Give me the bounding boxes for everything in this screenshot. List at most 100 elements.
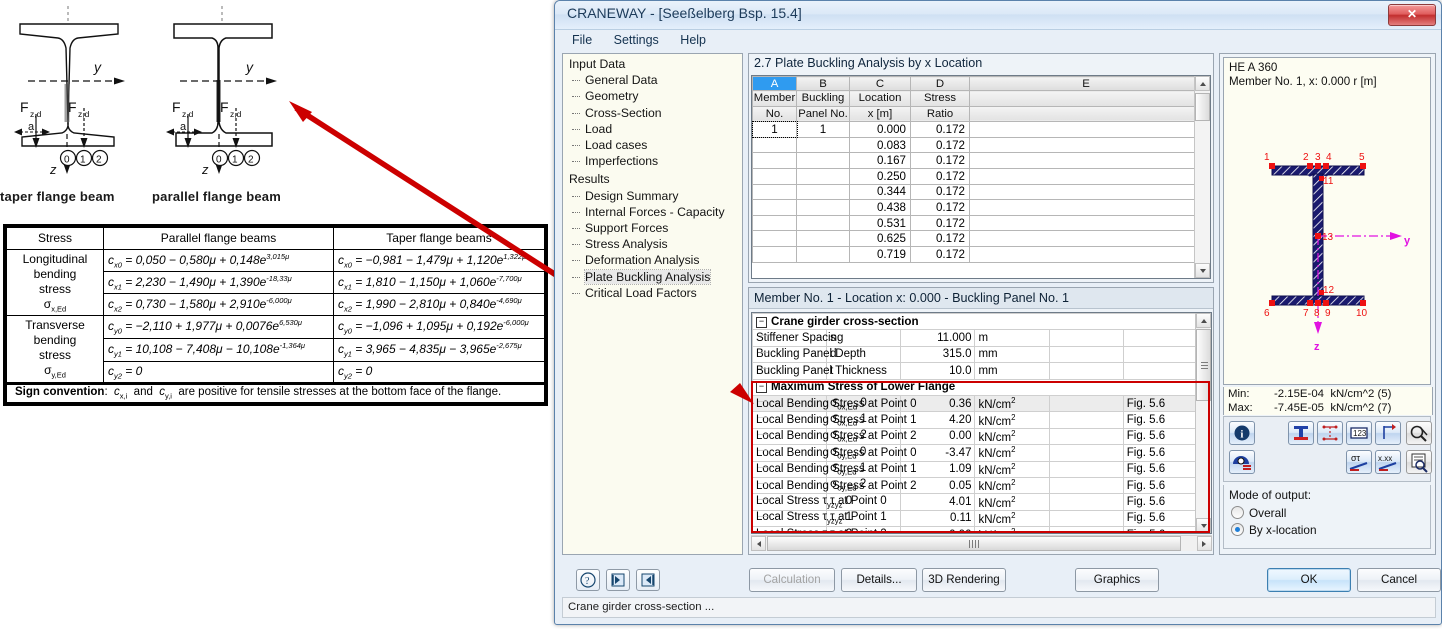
cell-e[interactable] (969, 230, 1203, 247)
cell-panel[interactable] (796, 230, 850, 247)
cell-e[interactable] (969, 199, 1203, 216)
close-icon[interactable]: ✕ (1388, 4, 1436, 26)
cell-member[interactable] (752, 136, 797, 154)
cancel-button[interactable]: Cancel (1357, 568, 1441, 592)
info-icon[interactable]: i (1229, 421, 1255, 445)
cell-panel[interactable] (796, 152, 850, 169)
scroll-down-icon[interactable] (1195, 263, 1210, 278)
cell-location[interactable]: 0.531 (849, 214, 911, 232)
numeric-values-icon[interactable]: 123 (1346, 421, 1372, 445)
tree-group-results[interactable]: Results (563, 169, 742, 187)
sidebar-item-design-summary[interactable]: Design Summary (563, 188, 742, 204)
scroll-down-icon[interactable] (1196, 518, 1211, 533)
sidebar-item-load-cases[interactable]: Load cases (563, 137, 742, 153)
section-maximum-stress-of-lower-flange[interactable]: − Maximum Stress of Lower Flange (752, 378, 1198, 396)
sidebar-item-geometry[interactable]: Geometry (563, 88, 742, 104)
radio-icon[interactable] (1231, 506, 1244, 519)
cell-e[interactable] (969, 136, 1203, 154)
cell-e[interactable] (969, 183, 1203, 201)
print-preview-icon[interactable] (1406, 450, 1432, 474)
menu-item-settings[interactable]: Settings (605, 31, 668, 49)
dimensions-icon[interactable] (1317, 421, 1343, 445)
radio-icon-selected[interactable] (1231, 523, 1244, 536)
ok-button[interactable]: OK (1267, 568, 1351, 592)
column-header-c[interactable]: C (849, 76, 911, 91)
stress-colors-icon[interactable] (1229, 450, 1255, 474)
next-page-button[interactable] (636, 569, 660, 591)
cell-panel[interactable] (796, 245, 850, 263)
cell-member[interactable]: 1 (752, 120, 798, 139)
cell-location[interactable]: 0.438 (849, 199, 911, 216)
cell-location[interactable]: 0.719 (849, 245, 911, 263)
previous-page-button[interactable] (606, 569, 630, 591)
menu-item-help[interactable]: Help (671, 31, 715, 49)
cell-location[interactable]: 0.625 (849, 230, 911, 247)
axes-icon[interactable] (1375, 421, 1401, 445)
cell-ratio[interactable]: 0.172 (910, 230, 970, 247)
x-values-icon[interactable]: x.xx (1375, 450, 1401, 474)
cell-panel[interactable] (796, 183, 850, 201)
cell-ratio[interactable]: 0.172 (910, 245, 970, 263)
sidebar-item-internal-forces-capacity[interactable]: Internal Forces - Capacity (563, 204, 742, 220)
cell-ratio[interactable]: 0.172 (910, 121, 970, 138)
scroll-left-icon[interactable] (751, 536, 766, 551)
detail-grid-scrollbar[interactable] (1195, 313, 1211, 533)
cross-section-icon[interactable] (1288, 421, 1314, 445)
navigation-tree[interactable]: Input Data General Data Geometry Cross-S… (562, 53, 743, 555)
cell-panel[interactable] (796, 136, 850, 154)
sidebar-item-plate-buckling-analysis[interactable]: Plate Buckling Analysis (563, 268, 742, 285)
cell-location[interactable]: 0.167 (849, 152, 911, 169)
sidebar-item-imperfections[interactable]: Imperfections (563, 153, 742, 169)
column-header-d[interactable]: D (910, 76, 970, 91)
cell-member[interactable] (752, 183, 797, 201)
cell-ratio[interactable]: 0.172 (910, 167, 970, 185)
collapse-icon[interactable]: − (756, 382, 767, 394)
results-grid[interactable]: A B C D E Member Buckling Location Stres… (751, 75, 1211, 279)
scroll-right-icon[interactable] (1197, 536, 1212, 551)
sidebar-item-load[interactable]: Load (563, 121, 742, 137)
cell-member[interactable] (752, 230, 797, 247)
scroll-up-icon[interactable] (1195, 76, 1210, 91)
cell-location[interactable]: 0.000 (849, 121, 911, 138)
radio-by-x-location[interactable]: By x-location (1224, 521, 1430, 538)
cell-panel[interactable] (796, 214, 850, 232)
radio-overall[interactable]: Overall (1224, 504, 1430, 521)
collapse-icon[interactable]: − (756, 316, 767, 328)
cell-member[interactable] (752, 152, 797, 169)
cell-e[interactable] (969, 214, 1203, 232)
help-button[interactable]: ? (576, 569, 600, 591)
column-header-b[interactable]: B (796, 76, 850, 91)
scroll-thumb[interactable] (1195, 93, 1210, 121)
sidebar-item-support-forces[interactable]: Support Forces (563, 220, 742, 236)
section-crane-girder-cross-section[interactable]: − Crane girder cross-section (752, 313, 1198, 331)
graphics-button[interactable]: Graphics (1075, 568, 1159, 592)
sigma-tau-icon[interactable]: στ (1346, 450, 1372, 474)
detail-horizontal-scrollbar[interactable] (751, 535, 1212, 551)
cell-member[interactable] (752, 167, 797, 185)
cell-e[interactable] (969, 245, 1203, 263)
cell-member[interactable] (752, 199, 797, 216)
cell-ratio[interactable]: 0.172 (910, 199, 970, 216)
sidebar-item-general-data[interactable]: General Data (563, 72, 742, 88)
cell-ratio[interactable]: 0.172 (910, 136, 970, 154)
calculation-button[interactable]: Calculation (749, 568, 835, 592)
cell-location[interactable]: 0.344 (849, 183, 911, 201)
hscroll-thumb[interactable] (767, 536, 1181, 551)
cell-e[interactable] (969, 152, 1203, 169)
results-grid-scrollbar[interactable] (1194, 76, 1210, 278)
cell-panel[interactable]: 1 (796, 121, 850, 138)
cell-e[interactable] (969, 167, 1203, 185)
cell-location[interactable]: 0.250 (849, 167, 911, 185)
cell-e[interactable] (969, 121, 1203, 138)
cross-section-viewport[interactable]: HE A 360 Member No. 1, x: 0.000 r [m] y … (1223, 57, 1431, 385)
cell-ratio[interactable]: 0.172 (910, 183, 970, 201)
column-header-e[interactable]: E (969, 76, 1203, 91)
cell-panel[interactable] (796, 167, 850, 185)
detail-grid[interactable]: −Crane girder cross-section Stiffener Sp… (751, 312, 1212, 534)
scroll-thumb[interactable] (1196, 329, 1211, 401)
cell-member[interactable] (752, 245, 797, 263)
cell-location[interactable]: 0.083 (849, 136, 911, 154)
sidebar-item-deformation-analysis[interactable]: Deformation Analysis (563, 252, 742, 268)
sidebar-item-critical-load-factors[interactable]: Critical Load Factors (563, 285, 742, 301)
cell-panel[interactable] (796, 199, 850, 216)
